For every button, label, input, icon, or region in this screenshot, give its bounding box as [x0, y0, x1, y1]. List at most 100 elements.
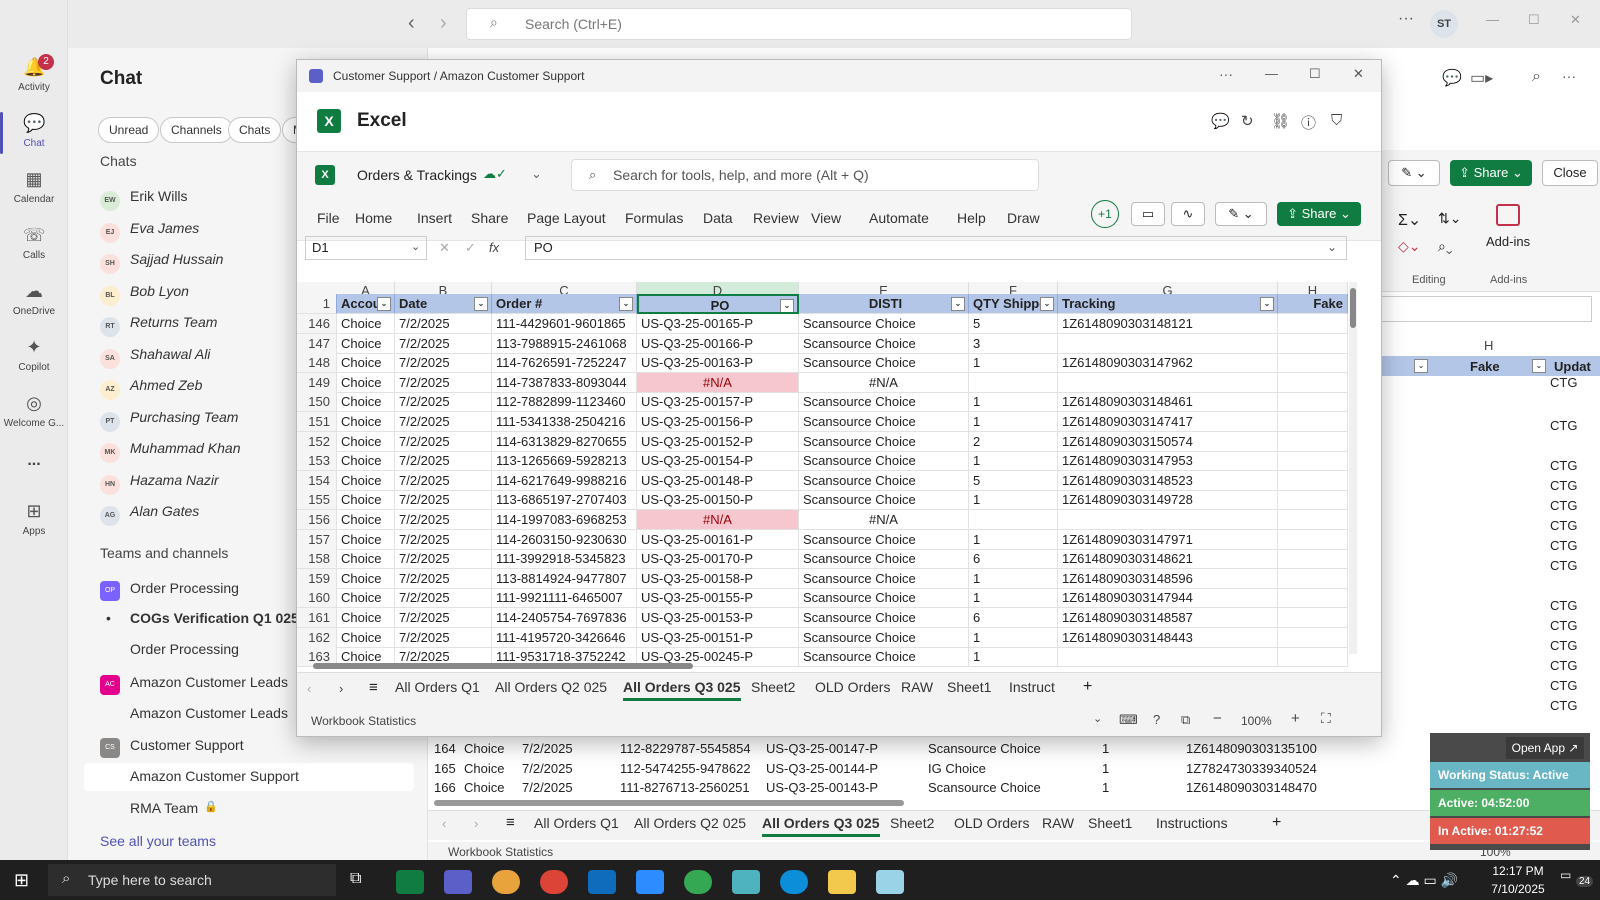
fullscreen-icon[interactable]: ⛶	[1321, 710, 1331, 727]
bg-grid-cell[interactable]: Choice	[464, 778, 504, 798]
grid-cell[interactable]: Scansource Choice	[799, 451, 969, 472]
grid-cell[interactable]: 7/2/2025	[395, 392, 492, 413]
grid-cell[interactable]: 6	[969, 608, 1058, 628]
grid-cell[interactable]: Scansource Choice	[799, 392, 969, 413]
grid-cell[interactable]: US-Q3-25-00165-P	[637, 314, 799, 334]
team-item[interactable]: Order Processing	[130, 580, 239, 596]
grid-cell[interactable]: Scansource Choice	[799, 353, 969, 374]
grid-cell[interactable]	[1278, 549, 1348, 570]
grid-cell[interactable]: #N/A	[799, 372, 969, 393]
grid-cell[interactable]: 111-3992918-5345823	[492, 549, 637, 570]
horizontal-scroll-thumb[interactable]	[313, 663, 693, 669]
bg-all-sheets-icon[interactable]: ≡	[506, 814, 515, 831]
ctg-cell[interactable]: CTG	[1550, 518, 1577, 533]
share-button[interactable]: ⇪ Share ⌄	[1277, 202, 1361, 226]
grid-cell[interactable]: US-Q3-25-00161-P	[637, 529, 799, 550]
grid-cell[interactable]: 111-5341338-2504216	[492, 412, 637, 432]
bg-grid-cell[interactable]: 112-8229787-5545854	[620, 739, 751, 759]
teams-search-input[interactable]: Search (Ctrl+E)	[466, 8, 1132, 40]
bg-grid-cell[interactable]: 1	[1102, 739, 1109, 759]
bg-sheet-tab[interactable]: RAW	[1042, 815, 1074, 831]
bg-tab-prev-icon[interactable]: ‹	[442, 816, 446, 831]
ctg-cell[interactable]: CTG	[1550, 418, 1577, 433]
bg-grid-cell[interactable]: 1Z6148090303148470	[1186, 778, 1317, 798]
grid-cell[interactable]: 1Z6148090303147417	[1058, 412, 1278, 432]
meeting-chat-icon[interactable]: 💬	[1442, 68, 1462, 88]
grid-cell[interactable]: 151	[297, 412, 337, 432]
grid-cell[interactable]: 7/2/2025	[395, 333, 492, 354]
grid-cell[interactable]: Choice	[337, 372, 395, 393]
bg-grid-cell[interactable]: 1	[1102, 778, 1109, 798]
grid-cell[interactable]: 155	[297, 490, 337, 511]
grid-cell[interactable]: Choice	[337, 490, 395, 511]
grid-cell[interactable]: 7/2/2025	[395, 490, 492, 511]
bg-status-stats[interactable]: Workbook Statistics	[448, 845, 553, 859]
grid-cell[interactable]: 5	[969, 470, 1058, 491]
grid-cell[interactable]: 113-7988915-2461068	[492, 333, 637, 354]
grid-cell[interactable]	[1278, 588, 1348, 609]
grid-cell[interactable]: 114-7626591-7252247	[492, 353, 637, 374]
rail-chat[interactable]: 💬 Chat	[0, 112, 68, 149]
grid-cell[interactable]: 111-4195720-3426646	[492, 627, 637, 648]
back-arrow-icon[interactable]: ‹	[408, 12, 415, 35]
menu-insert[interactable]: Insert	[417, 210, 452, 226]
grid-cell[interactable]: 157	[297, 529, 337, 550]
grid-cell[interactable]: US-Q3-25-00158-P	[637, 568, 799, 589]
grid-cell[interactable]: 7/2/2025	[395, 568, 492, 589]
sheet-tab[interactable]: Instruct	[1009, 679, 1055, 695]
grid-cell[interactable]: US-Q3-25-00157-P	[637, 392, 799, 413]
header-qty[interactable]: QTY Shipped ⌄	[969, 294, 1058, 314]
menu-draw[interactable]: Draw	[1007, 210, 1040, 226]
sheet-tab[interactable]: Sheet1	[947, 679, 991, 695]
notification-icon[interactable]: ▭	[1560, 868, 1571, 882]
grid-cell[interactable]: 1Z6148090303150574	[1058, 431, 1278, 452]
chat-item[interactable]: Bob Lyon	[130, 283, 189, 299]
grid-cell[interactable]: US-Q3-25-00156-P	[637, 412, 799, 432]
rail-more[interactable]: ...	[0, 452, 68, 470]
link-icon[interactable]: ⛓	[1271, 112, 1290, 130]
grid-cell[interactable]: #N/A	[637, 510, 799, 530]
ctg-cell[interactable]: CTG	[1550, 678, 1577, 693]
grid-cell[interactable]: 114-2603150-9230630	[492, 529, 637, 550]
menu-automate[interactable]: Automate	[869, 210, 929, 226]
grid-cell[interactable]	[1278, 568, 1348, 589]
chat-item[interactable]: Ahmed Zeb	[130, 377, 202, 393]
grid-cell[interactable]: Scansource Choice	[799, 627, 969, 648]
bg-close-button[interactable]: Close	[1542, 160, 1598, 186]
filter-chats[interactable]: Chats	[228, 117, 282, 143]
grid-cell[interactable]: 114-7387833-8093044	[492, 372, 637, 393]
menu-share[interactable]: Share	[471, 210, 508, 226]
ctg-cell[interactable]: CTG	[1550, 375, 1577, 390]
bg-grid-cell[interactable]: 1Z6148090303135100	[1186, 739, 1317, 759]
grid-cell[interactable]	[1058, 647, 1278, 668]
bg-grid-cell[interactable]: 7/2/2025	[522, 778, 573, 798]
grid-cell[interactable]: Choice	[337, 451, 395, 472]
grid-cell[interactable]: Scansource Choice	[799, 568, 969, 589]
grid-cell[interactable]: 158	[297, 549, 337, 570]
filter-dropdown-icon[interactable]: ⌄	[474, 297, 488, 311]
taskview-icon[interactable]: ⧉	[350, 870, 361, 888]
start-windows-icon[interactable]: ⊞	[14, 870, 29, 891]
grid-cell[interactable]: 156	[297, 510, 337, 530]
grid-cell[interactable]: US-Q3-25-00150-P	[637, 490, 799, 511]
grid-cell[interactable]: 6	[969, 549, 1058, 570]
insert-function-icon[interactable]: fx	[489, 240, 499, 255]
menu-file[interactable]: File	[317, 210, 340, 226]
chat-item[interactable]: Sajjad Hussain	[130, 251, 223, 267]
grid-cell[interactable]: Scansource Choice	[799, 647, 969, 668]
edge-taskbar-icon[interactable]	[780, 870, 808, 894]
bg-grid-cell[interactable]: 164	[434, 739, 456, 759]
chat-item[interactable]: Returns Team	[130, 314, 217, 330]
grid-cell[interactable]	[1278, 608, 1348, 628]
grid-cell[interactable]: Choice	[337, 588, 395, 609]
grid-cell[interactable]: #N/A	[799, 510, 969, 530]
row-number[interactable]: 1	[297, 294, 337, 314]
bg-grid-cell[interactable]: US-Q3-25-00147-P	[766, 739, 878, 759]
bg-add-sheet-icon[interactable]: +	[1272, 814, 1281, 832]
channel-item[interactable]: Order Processing	[130, 641, 239, 657]
expand-formula-icon[interactable]: ⌄	[1327, 240, 1337, 254]
window-minimize-icon[interactable]: —	[1265, 66, 1278, 81]
menu-home[interactable]: Home	[355, 210, 392, 226]
menu-formulas[interactable]: Formulas	[625, 210, 683, 226]
remote-app-taskbar-icon[interactable]	[876, 870, 904, 894]
